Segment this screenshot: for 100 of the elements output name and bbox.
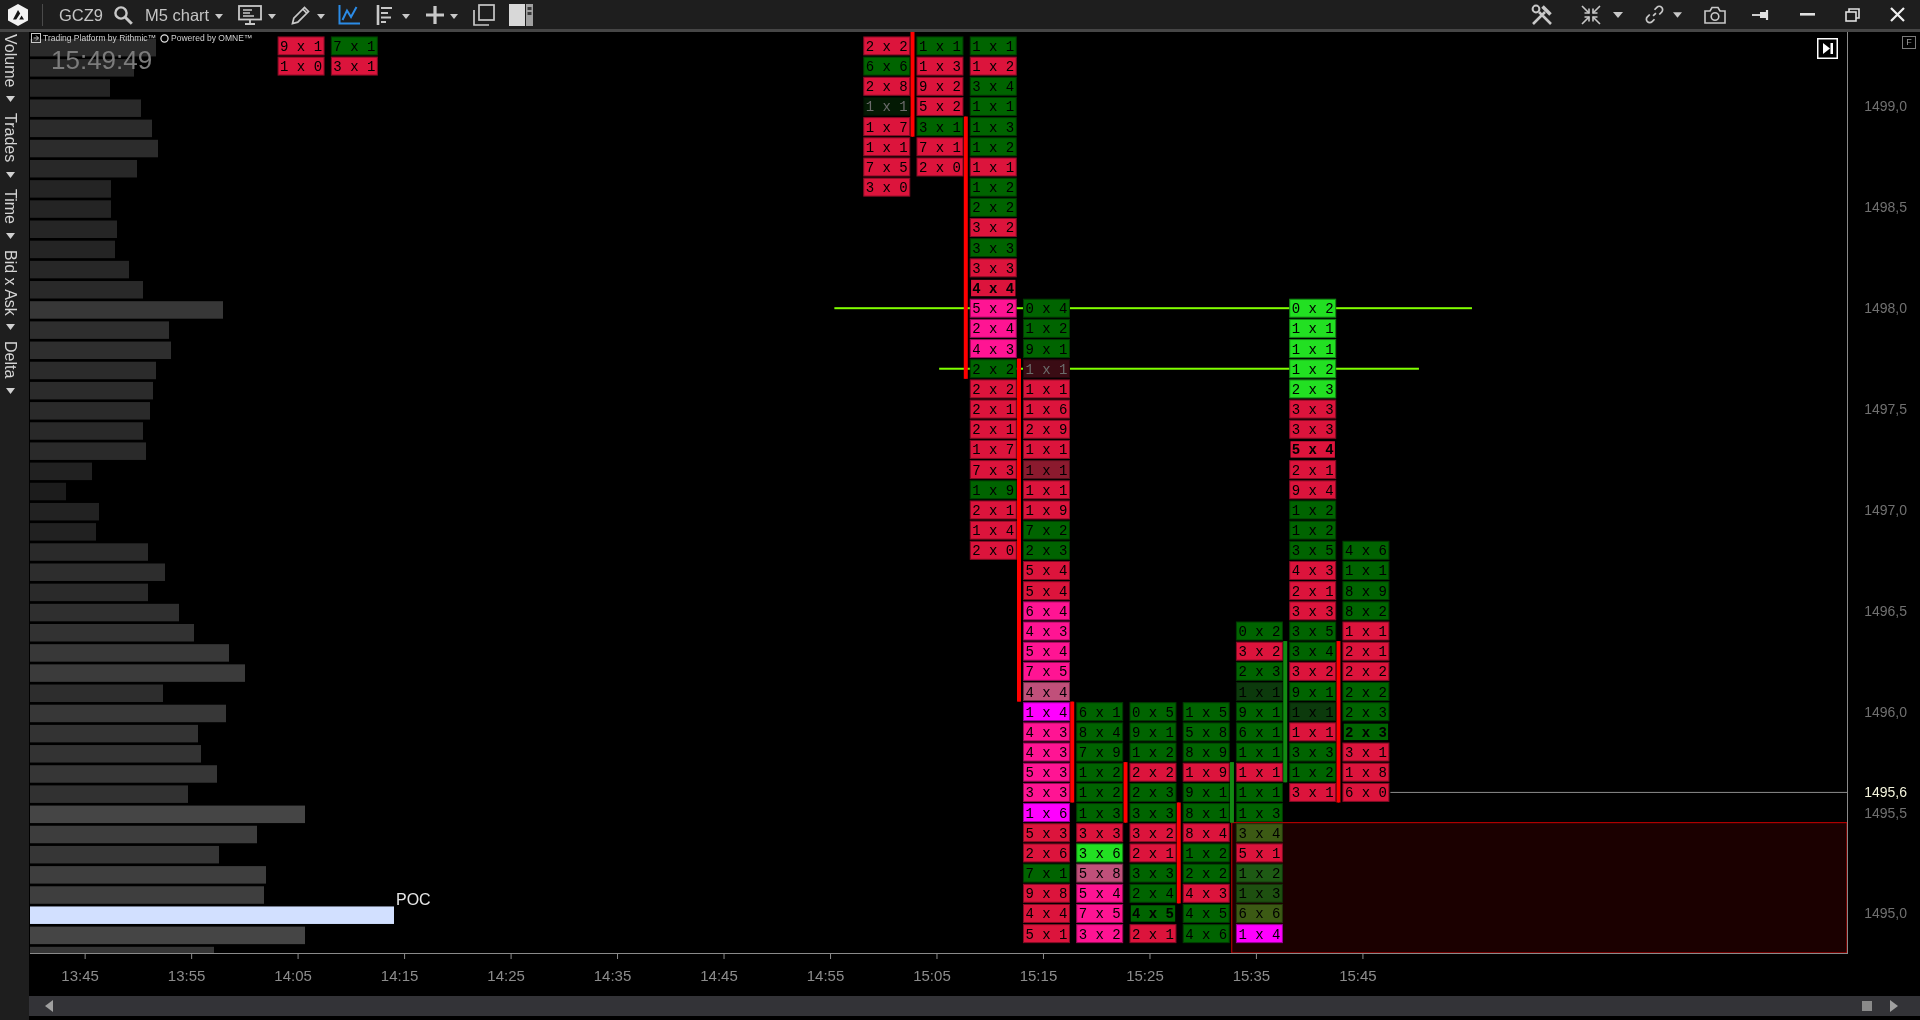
footprint-cell: 1 x 1 [863, 96, 911, 116]
footprint-cell: 3 x 2 [1289, 661, 1337, 681]
price-label: 1496,5 [1864, 602, 1907, 619]
search-button[interactable] [113, 4, 133, 25]
branding-text: Powered by OMNE™ [171, 33, 253, 43]
layout-button[interactable] [509, 3, 534, 26]
time-label: 14:45 [700, 967, 738, 984]
footprint-cell: 3 x 1 [1342, 742, 1390, 762]
window-button[interactable] [473, 3, 496, 26]
footprint-cell: 4 x 6 [1342, 540, 1390, 560]
footprint-cell: 1 x 9 [1022, 500, 1070, 520]
scroll-to-end-button[interactable] [1817, 38, 1838, 59]
study-menu-button[interactable]: Time [0, 188, 18, 239]
footprint-cell: 1 x 1 [1289, 702, 1337, 722]
study-menu-button[interactable]: Volume [0, 34, 18, 103]
footprint-cell: 3 x 3 [1129, 803, 1177, 823]
footprint-cell: 3 x 5 [1289, 621, 1337, 641]
footprint-cell: 3 x 3 [1076, 823, 1124, 843]
alignment-menu-button[interactable] [376, 4, 411, 25]
footprint-cell: 1 x 1 [1022, 439, 1070, 459]
footprint-cell: 9 x 8 [1022, 883, 1070, 903]
footprint-cell: 2 x 1 [1289, 581, 1337, 601]
footprint-cell: 1 x 3 [1076, 803, 1124, 823]
footprint-cell: 1 x 1 [969, 157, 1017, 177]
symbol-button[interactable]: GCZ9 [59, 3, 103, 26]
footprint-cell: 2 x 1 [1129, 924, 1177, 944]
caret-icon [1613, 11, 1623, 18]
time-label: 13:55 [167, 967, 206, 984]
footprint-cell: 1 x 1 [1235, 782, 1283, 802]
caret-icon [1673, 11, 1682, 18]
caret-icon [402, 13, 411, 19]
chart-type-button[interactable]: M5 chart [145, 3, 224, 26]
footprint-cell: 7 x 2 [1022, 520, 1070, 540]
footprint-cell: 3 x 0 [863, 177, 911, 197]
display-menu-button[interactable] [238, 4, 277, 25]
caret-icon [5, 171, 15, 178]
collapse-menu-button[interactable] [1581, 4, 1623, 25]
close-button[interactable] [1890, 7, 1905, 22]
indicators-button[interactable] [338, 4, 361, 25]
hexagon-logo-icon[interactable] [6, 2, 30, 27]
scale-mode-button[interactable]: F [1902, 36, 1916, 49]
price-label: 1497,0 [1864, 501, 1907, 518]
footprint-cell: 1 x 2 [1235, 863, 1283, 883]
horizontal-scrollbar[interactable] [29, 996, 1920, 1016]
caret-icon [5, 387, 15, 394]
pin-button[interactable] [1752, 9, 1770, 20]
branding-text: Trading Platform by Rithmic™ [43, 33, 157, 43]
footprint-cell: 1 x 4 [969, 520, 1017, 540]
restore-button[interactable] [1845, 7, 1860, 22]
caret-icon [450, 13, 459, 19]
footprint-cell: 1 x 1 [1235, 682, 1283, 702]
footprint-cell: 1 x 1 [1342, 621, 1390, 641]
footprint-cell: 1 x 7 [969, 439, 1017, 459]
footprint-cell: 9 x 4 [1289, 480, 1337, 500]
drawing-tools-button[interactable] [291, 4, 326, 25]
footprint-cell: 1 x 6 [1022, 399, 1070, 419]
footprint-cell: 7 x 5 [1022, 661, 1070, 681]
footprint-cell: 2 x 2 [1342, 682, 1390, 702]
time-label: 14:55 [806, 967, 845, 984]
footprint-cell: 5 x 4 [1022, 641, 1070, 661]
footprint-cell: 1 x 4 [1235, 924, 1283, 944]
footprint-cell: 5 x 4 [1288, 439, 1337, 460]
footprint-cell: 2 x 0 [969, 540, 1017, 560]
tools-button[interactable] [1531, 3, 1553, 26]
footprint-cell: 1 x 3 [1235, 803, 1283, 823]
footprint-cell: 1 x 8 [1342, 762, 1390, 782]
study-menu-button[interactable]: Trades [0, 113, 18, 178]
caret-icon [5, 232, 15, 239]
price-label: 1499,0 [1864, 98, 1907, 115]
footprint-cell: 7 x 5 [1076, 903, 1124, 923]
footprint-cell: 6 x 0 [1342, 782, 1390, 802]
footprint-cell: 3 x 6 [1076, 843, 1124, 863]
add-menu-button[interactable] [426, 5, 459, 24]
footprint-cell: 8 x 1 [1182, 803, 1230, 823]
footprint-cell: 3 x 5 [1289, 540, 1337, 560]
footprint-cell: 1 x 2 [1076, 782, 1124, 802]
screenshot-button[interactable] [1704, 5, 1726, 24]
footprint-cell: 2 x 1 [1129, 843, 1177, 863]
footprint-cell: 4 x 3 [1022, 621, 1070, 641]
time-label: 14:05 [274, 967, 312, 984]
link-menu-button[interactable] [1645, 5, 1682, 24]
footprint-cell: 5 x 8 [1076, 863, 1124, 883]
time-label: 14:15 [380, 967, 419, 984]
footprint-cell: 1 x 1 [916, 36, 964, 56]
pencil-icon [291, 4, 312, 25]
footprint-cell: 2 x 2 [969, 379, 1017, 399]
footprint-cell: 6 x 6 [863, 56, 911, 76]
caret-icon [268, 13, 277, 19]
footprint-cell: 2 x 3 [1022, 540, 1070, 560]
footprint-cell: 7 x 1 [330, 36, 378, 56]
footprint-cell: 1 x 2 [1129, 742, 1177, 762]
footprint-cell: 5 x 2 [969, 298, 1017, 318]
footprint-cell: 6 x 4 [1022, 601, 1070, 621]
footprint-cell: 2 x 4 [1129, 883, 1177, 903]
study-menu-button[interactable]: Delta [0, 341, 18, 394]
footprint-cell: 6 x 1 [1235, 722, 1283, 742]
study-menu-button[interactable]: Bid x Ask [0, 249, 18, 331]
footprint-cell: 2 x 1 [1342, 641, 1390, 661]
footprint-cell: 3 x 2 [1235, 641, 1283, 661]
footprint-cell: 3 x 3 [1289, 419, 1337, 439]
